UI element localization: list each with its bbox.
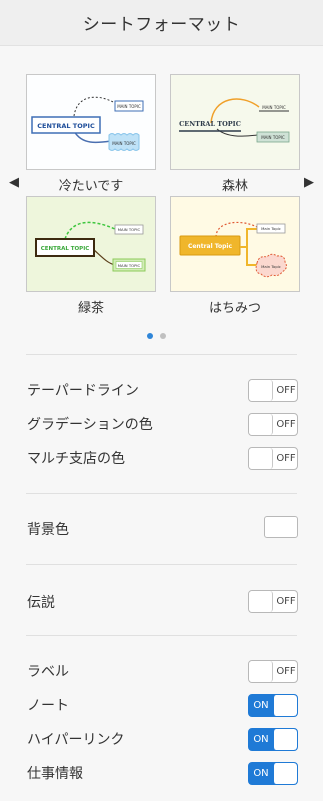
toggle-state: OFF	[276, 419, 296, 430]
divider	[26, 635, 297, 636]
theme-main1-forest: MAIN TOPIC	[262, 105, 286, 110]
theme-card-green-tea[interactable]: CENTRAL TOPIC MAIN TOPIC MAIN TOPIC 緑茶	[26, 196, 156, 316]
theme-thumbnail-forest[interactable]: CENTRAL TOPIC MAIN TOPIC MAIN TOPIC	[170, 74, 300, 170]
label-option-label: ラベル	[27, 664, 69, 680]
toggle-state: OFF	[276, 666, 296, 677]
toggle-state: ON	[253, 734, 269, 745]
multi-branch-color-label: マルチ支店の色	[27, 451, 125, 467]
theme-preview-honey: Central Topic Main Topic Main Topic	[171, 197, 299, 291]
toggle-knob	[249, 380, 273, 401]
theme-preview-cool: CENTRAL TOPIC MAIN TOPIC MAIN TOPIC	[27, 75, 155, 169]
theme-main2-forest: MAIN TOPIC	[261, 135, 285, 140]
pager-dot-1[interactable]	[147, 333, 153, 339]
theme-main1-honey: Main Topic	[261, 226, 281, 231]
theme-thumbnail-honey[interactable]: Central Topic Main Topic Main Topic	[170, 196, 300, 292]
tapered-line-toggle[interactable]: OFF	[248, 379, 298, 402]
theme-main1-cool: MAIN TOPIC	[117, 104, 141, 109]
toggle-knob	[273, 695, 297, 716]
note-label: ノート	[27, 698, 69, 714]
theme-label-honey: はちみつ	[208, 301, 261, 316]
toggle-knob	[249, 448, 273, 469]
multi-branch-color-toggle[interactable]: OFF	[248, 447, 298, 470]
toggle-knob	[249, 661, 273, 682]
hyperlink-label: ハイパーリンク	[27, 732, 125, 748]
theme-central-cool: CENTRAL TOPIC	[37, 122, 95, 130]
theme-card-cool[interactable]: CENTRAL TOPIC MAIN TOPIC MAIN TOPIC 冷たいで…	[26, 74, 156, 194]
toggle-state: ON	[253, 700, 269, 711]
legend-label: 伝説	[27, 595, 55, 611]
task-info-label: 仕事情報	[27, 766, 83, 782]
background-color-label: 背景色	[27, 522, 69, 538]
divider	[26, 493, 297, 494]
gradient-color-label: グラデーションの色	[27, 417, 153, 433]
panel-title: シートフォーマット	[82, 15, 241, 35]
toggle-state: OFF	[276, 596, 296, 607]
toggle-knob	[273, 729, 297, 750]
hyperlink-toggle[interactable]: ON	[248, 728, 298, 751]
toggle-knob	[273, 763, 297, 784]
theme-label-green-tea: 緑茶	[77, 301, 104, 316]
gradient-color-toggle[interactable]: OFF	[248, 413, 298, 436]
theme-label-forest: 森林	[221, 179, 248, 194]
panel-header: シートフォーマット	[0, 0, 323, 46]
theme-preview-green-tea: CENTRAL TOPIC MAIN TOPIC MAIN TOPIC	[27, 197, 155, 291]
toggle-knob	[249, 591, 273, 612]
background-color-swatch[interactable]	[264, 516, 298, 538]
theme-main2-honey: Main Topic	[261, 264, 281, 269]
toggle-state: ON	[253, 768, 269, 779]
theme-central-green-tea: CENTRAL TOPIC	[41, 246, 90, 252]
label-toggle[interactable]: OFF	[248, 660, 298, 683]
divider	[26, 354, 297, 355]
prev-arrow-icon[interactable]: ◀	[8, 176, 20, 190]
theme-label-cool: 冷たいです	[58, 179, 124, 194]
theme-thumbnail-cool[interactable]: CENTRAL TOPIC MAIN TOPIC MAIN TOPIC	[26, 74, 156, 170]
theme-pager	[147, 333, 166, 339]
legend-toggle[interactable]: OFF	[248, 590, 298, 613]
tapered-line-label: テーパードライン	[27, 383, 139, 399]
next-arrow-icon[interactable]: ▶	[303, 176, 315, 190]
theme-central-forest: CENTRAL TOPIC	[179, 120, 241, 128]
theme-central-honey: Central Topic	[188, 243, 233, 250]
toggle-state: OFF	[276, 385, 296, 396]
theme-main2-cool: MAIN TOPIC	[112, 141, 136, 146]
task-info-toggle[interactable]: ON	[248, 762, 298, 785]
divider	[26, 564, 297, 565]
theme-card-forest[interactable]: CENTRAL TOPIC MAIN TOPIC MAIN TOPIC 森林	[170, 74, 300, 194]
theme-main2-green-tea: MAIN TOPIC	[118, 263, 141, 268]
pager-dot-2[interactable]	[160, 333, 166, 339]
theme-main1-green-tea: MAIN TOPIC	[118, 227, 141, 232]
theme-preview-forest: CENTRAL TOPIC MAIN TOPIC MAIN TOPIC	[171, 75, 299, 169]
theme-thumbnail-green-tea[interactable]: CENTRAL TOPIC MAIN TOPIC MAIN TOPIC	[26, 196, 156, 292]
note-toggle[interactable]: ON	[248, 694, 298, 717]
toggle-knob	[249, 414, 273, 435]
theme-card-honey[interactable]: Central Topic Main Topic Main Topic はちみつ	[170, 196, 300, 316]
toggle-state: OFF	[276, 453, 296, 464]
